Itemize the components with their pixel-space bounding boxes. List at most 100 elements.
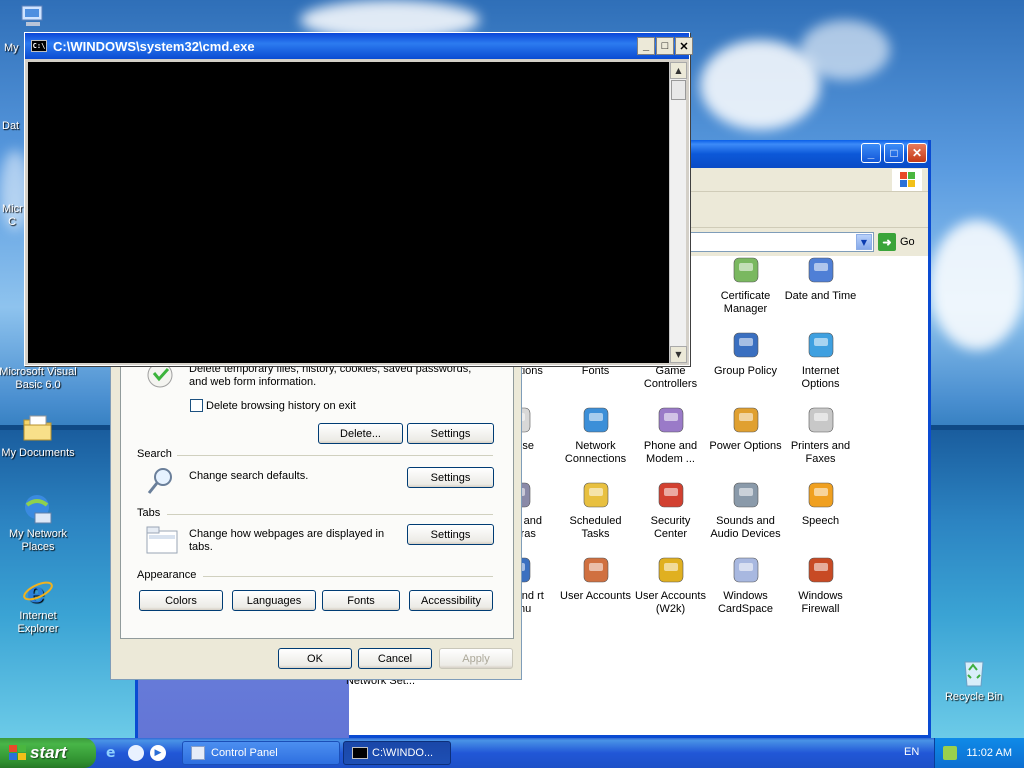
control-panel-icon: [191, 746, 205, 760]
maximize-button[interactable]: □: [884, 143, 904, 163]
cp-item-group-policy[interactable]: Group Policy: [708, 329, 783, 378]
go-button[interactable]: ➜ Go: [878, 232, 922, 252]
search-icon: [145, 465, 177, 497]
tabs-section-label: Tabs: [137, 507, 161, 519]
scheduled-tasks-icon: [580, 479, 612, 511]
outlook-icon[interactable]: [128, 745, 144, 761]
maximize-button[interactable]: □: [656, 37, 674, 55]
accessibility-button[interactable]: Accessibility: [409, 590, 493, 611]
cp-item-label: Game Controllers: [643, 365, 698, 390]
network-tray-icon[interactable]: [943, 746, 957, 760]
network-icon: [580, 404, 612, 436]
desktop-icon-recycle-bin[interactable]: Recycle Bin: [934, 656, 1014, 704]
cp-item-speaker[interactable]: Sounds and Audio Devices: [708, 479, 783, 541]
delete-on-exit-label[interactable]: Delete browsing history on exit: [206, 400, 356, 413]
search-divider: [177, 455, 493, 456]
cp-item-label: Internet Options: [801, 365, 840, 390]
desktop-icon-my-computer[interactable]: My: [0, 4, 43, 54]
cp-item-label: Network Connections: [564, 440, 627, 465]
cardspace-icon: [730, 554, 762, 586]
close-button[interactable]: ✕: [675, 37, 693, 55]
cp-item-users[interactable]: User Accounts: [558, 554, 633, 603]
scroll-down-icon[interactable]: ▼: [670, 346, 687, 363]
minimize-button[interactable]: _: [861, 143, 881, 163]
console-output[interactable]: [28, 62, 669, 363]
history-description: Delete temporary files, history, cookies…: [189, 363, 472, 388]
desktop-icon-network-places[interactable]: My Network Places: [0, 493, 78, 554]
tabs-icon: [145, 525, 179, 555]
internet-options-icon: [805, 329, 837, 361]
task-label: C:\WINDO...: [372, 747, 434, 759]
close-button[interactable]: ✕: [907, 143, 927, 163]
tabs-settings-button[interactable]: Settings: [407, 524, 494, 545]
chevron-down-icon[interactable]: ▼: [856, 234, 872, 250]
delete-on-exit-checkbox[interactable]: [190, 399, 203, 412]
cp-item-power[interactable]: Power Options: [708, 404, 783, 453]
cp-item-network[interactable]: Network Connections: [558, 404, 633, 466]
fonts-button[interactable]: Fonts: [322, 590, 400, 611]
desktop-icon-visual-basic[interactable]: Microsoft Visual Basic 6.0: [0, 366, 78, 392]
ok-button[interactable]: OK: [278, 648, 352, 669]
speech-icon: [805, 479, 837, 511]
task-cmd[interactable]: C:\WINDO...: [343, 741, 451, 765]
desktop-icon-label: My Documents: [1, 447, 75, 459]
cp-item-internet-options[interactable]: Internet Options: [783, 329, 858, 391]
cp-item-label: Power Options: [709, 440, 782, 452]
cmd-icon: C:\: [31, 40, 47, 52]
media-player-icon[interactable]: ▶: [150, 745, 166, 761]
cp-item-scheduled-tasks[interactable]: Scheduled Tasks: [558, 479, 633, 541]
cmd-titlebar[interactable]: C:\ C:\WINDOWS\system32\cmd.exe _ □ ✕: [25, 33, 693, 59]
desktop-icon-my-documents[interactable]: My Documents: [0, 412, 78, 460]
internet-explorer-icon[interactable]: e: [106, 745, 122, 761]
desktop-icon-label: My Network Places: [8, 528, 68, 553]
desktop-icon-label: Dat: [2, 120, 20, 132]
cp-item-cardspace[interactable]: Windows CardSpace: [708, 554, 783, 616]
desktop-icon-internet-explorer[interactable]: e Internet Explorer: [0, 575, 78, 636]
shield-icon: [655, 479, 687, 511]
cp-item-phone[interactable]: Phone and Modem ...: [633, 404, 708, 466]
desktop-icon-label: Internet Explorer: [17, 610, 59, 635]
apply-button[interactable]: Apply: [439, 648, 513, 669]
cp-item-printer[interactable]: Printers and Faxes: [783, 404, 858, 466]
cp-item-label: Phone and Modem ...: [643, 440, 698, 465]
task-control-panel[interactable]: Control Panel: [182, 741, 340, 765]
cp-item-clock[interactable]: Date and Time: [783, 254, 858, 303]
delete-button[interactable]: Delete...: [318, 423, 403, 444]
cp-item-label: Printers and Faxes: [790, 440, 851, 465]
cp-item-label: Windows CardSpace: [717, 590, 774, 615]
svg-text:e: e: [27, 576, 45, 607]
cp-item-certificate[interactable]: Certificate Manager: [708, 254, 783, 316]
clock[interactable]: 11:02 AM: [966, 747, 1012, 759]
start-button[interactable]: start: [0, 738, 96, 768]
history-settings-button[interactable]: Settings: [407, 423, 494, 444]
colors-button[interactable]: Colors: [139, 590, 223, 611]
desktop-icon-label: Microsoft Visual Basic 6.0: [0, 366, 77, 391]
cp-item-shield[interactable]: Security Center: [633, 479, 708, 541]
certificate-icon: [730, 254, 762, 286]
scroll-up-icon[interactable]: ▲: [670, 62, 687, 79]
go-arrow-icon: ➜: [878, 233, 896, 251]
cp-item-user-key[interactable]: User Accounts (W2k): [633, 554, 708, 616]
quick-launch: e ▶: [106, 745, 176, 761]
go-label: Go: [900, 236, 915, 248]
taskbar: start e ▶ Control Panel C:\WINDO... EN 1…: [0, 738, 1024, 768]
cp-item-speech[interactable]: Speech: [783, 479, 858, 528]
my-computer-icon: [20, 4, 46, 28]
vertical-scrollbar[interactable]: ▲ ▼: [669, 62, 687, 363]
languages-button[interactable]: Languages: [232, 590, 316, 611]
clock-icon: [805, 254, 837, 286]
phone-icon: [655, 404, 687, 436]
desktop-icon-label: Micr C: [2, 203, 23, 228]
search-description: Change search defaults.: [189, 470, 309, 482]
users-icon: [580, 554, 612, 586]
start-label: start: [30, 743, 67, 762]
search-settings-button[interactable]: Settings: [407, 467, 494, 488]
minimize-button[interactable]: _: [637, 37, 655, 55]
cp-item-firewall[interactable]: Windows Firewall: [783, 554, 858, 616]
language-indicator[interactable]: EN: [904, 746, 919, 758]
cp-item-label: Windows Firewall: [798, 590, 843, 615]
cmd-title: C:\WINDOWS\system32\cmd.exe: [53, 38, 255, 54]
cancel-button[interactable]: Cancel: [358, 648, 432, 669]
scroll-thumb[interactable]: [671, 80, 686, 100]
cp-item-label: Scheduled Tasks: [569, 515, 622, 540]
